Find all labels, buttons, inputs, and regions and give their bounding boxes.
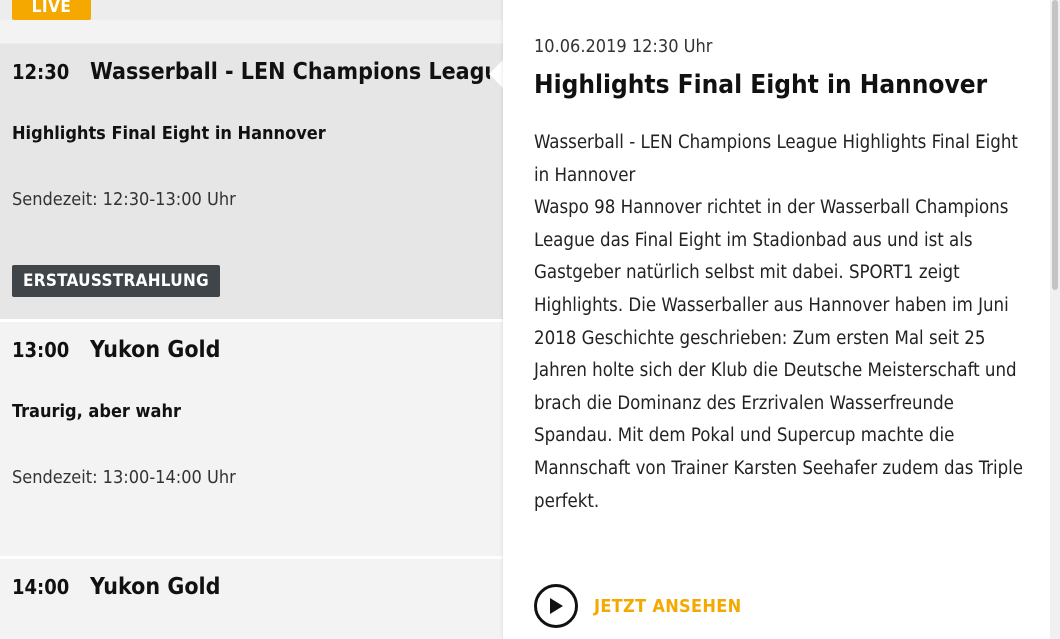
entry-airtime: Sendezeit: 12:30-13:00 Uhr (12, 189, 236, 210)
detail-title: Highlights Final Eight in Hannover (534, 70, 988, 100)
entry-subtitle: Traurig, aber wahr (12, 401, 181, 422)
entry-time: 12:30 (12, 60, 70, 84)
play-circle-icon[interactable] (534, 584, 578, 628)
detail-datetime: 10.06.2019 12:30 Uhr (534, 36, 713, 57)
program-list: LIVE 12:30 Wasserball - LEN Champions Le… (0, 0, 503, 639)
scrollbar-thumb[interactable] (1052, 0, 1058, 290)
program-entry[interactable]: 13:00 Yukon Gold Traurig, aber wahr Send… (0, 322, 503, 556)
program-entry[interactable]: 14:00 Yukon Gold (0, 559, 503, 639)
entry-title[interactable]: Wasserball - LEN Champions League (90, 59, 490, 85)
watch-now-button[interactable]: JETZT ANSEHEN (534, 584, 741, 628)
entry-subtitle: Highlights Final Eight in Hannover (12, 123, 326, 144)
detail-panel: 10.06.2019 12:30 Uhr Highlights Final Ei… (503, 0, 1050, 639)
detail-description: Wasserball - LEN Champions League Highli… (534, 127, 1034, 518)
play-icon (550, 598, 563, 614)
list-spacer (0, 20, 503, 43)
premiere-badge: ERSTAUSSTRAHLUNG (12, 265, 220, 297)
entry-airtime: Sendezeit: 13:00-14:00 Uhr (12, 467, 236, 488)
watch-now-label[interactable]: JETZT ANSEHEN (594, 596, 741, 617)
entry-time: 14:00 (12, 575, 70, 599)
entry-title[interactable]: Yukon Gold (90, 574, 220, 600)
panel-pointer (489, 60, 503, 88)
entry-title[interactable]: Yukon Gold (90, 337, 220, 363)
entry-time: 13:00 (12, 338, 70, 362)
description-intro: Wasserball - LEN Champions League Highli… (534, 132, 1018, 186)
program-entry-active[interactable]: 12:30 Wasserball - LEN Champions League … (0, 44, 503, 320)
description-body: Waspo 98 Hannover richtet in der Wasserb… (534, 197, 1024, 512)
live-badge[interactable]: LIVE (12, 0, 91, 20)
